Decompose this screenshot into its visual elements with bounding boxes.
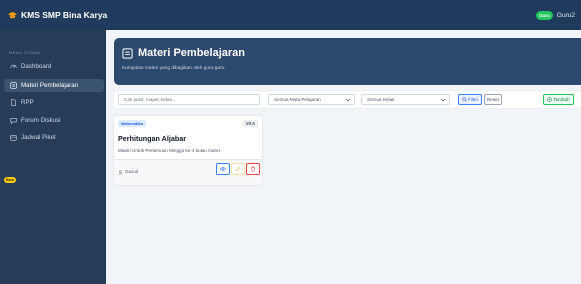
card-author: Guru2: [118, 170, 138, 175]
chevron-down-icon: [440, 97, 446, 103]
menu-heading: MENU UTAMA: [9, 50, 41, 55]
graduation-cap-icon: [8, 11, 17, 20]
search-field[interactable]: [118, 94, 260, 105]
new-badge: Baru: [4, 177, 17, 183]
class-select-value: Semua Kelas: [367, 97, 395, 102]
card-footer: Guru2: [114, 159, 262, 185]
reset-button[interactable]: Reset: [484, 94, 502, 105]
username: Guru2: [556, 11, 575, 19]
app-title: KMS SMP Bina Karya: [21, 10, 108, 20]
page-subtitle: Kumpulan materi yang dibagikan oleh guru…: [122, 66, 225, 71]
document-icon: [122, 47, 133, 59]
user-icon: [118, 170, 123, 175]
class-select[interactable]: Semua Kelas: [361, 94, 450, 105]
sidebar-item-materi-pembelajaran[interactable]: Materi Pembelajaran: [4, 79, 104, 92]
file-icon: [10, 99, 17, 106]
eye-icon: [220, 167, 226, 171]
page-title-text: Materi Pembelajaran: [138, 47, 245, 59]
subject-select-value: Semua Mata Pelajaran: [274, 97, 321, 102]
sidebar-item-label: RPP: [21, 99, 34, 106]
sidebar-item-label: Dashboard: [21, 63, 52, 70]
material-card[interactable]: Matematika VII A Perhitungan Aljabar Mat…: [114, 116, 262, 185]
add-button-label: Tambah: [553, 97, 570, 102]
user-menu[interactable]: Guru Guru2: [536, 0, 575, 30]
sidebar-item-label: Forum Diskusi: [21, 117, 61, 124]
chat-icon: [10, 117, 17, 124]
sidebar-item-label: Materi Pembelajaran: [21, 82, 79, 89]
filter-button[interactable]: Filter: [458, 94, 482, 105]
trash-icon: [251, 166, 255, 172]
sidebar-item-forum-diskusi[interactable]: Forum Diskusi: [4, 114, 104, 127]
brand[interactable]: KMS SMP Bina Karya: [8, 10, 107, 20]
author-name: Guru2: [125, 170, 139, 175]
sidebar: MENU UTAMA Dashboard Materi Pembelajaran…: [0, 30, 106, 284]
class-badge: VII A: [242, 120, 258, 127]
search-input[interactable]: [124, 97, 259, 102]
filter-bar: Semua Mata Pelajaran Semua Kelas Filter …: [114, 91, 581, 108]
top-navbar: KMS SMP Bina Karya Guru Guru2: [0, 0, 581, 30]
edit-button[interactable]: [231, 163, 245, 175]
sidebar-item-rpp[interactable]: RPP: [4, 96, 104, 109]
search-icon: [462, 96, 467, 103]
page-title: Materi Pembelajaran: [122, 47, 245, 59]
role-badge: Guru: [536, 10, 553, 20]
calendar-icon: [10, 134, 17, 141]
add-button[interactable]: Tambah: [543, 94, 574, 105]
sidebar-item-dashboard[interactable]: Dashboard: [4, 60, 104, 73]
card-title[interactable]: Perhitungan Aljabar: [118, 134, 186, 143]
subject-select[interactable]: Semua Mata Pelajaran: [268, 94, 355, 105]
plus-circle-icon: [547, 96, 553, 103]
sidebar-item-jadwal-piket[interactable]: Jadwal Piket: [4, 131, 104, 144]
document-icon: [10, 82, 17, 89]
page-header: Materi Pembelajaran Kumpulan materi yang…: [114, 38, 581, 85]
filter-button-label: Filter: [467, 97, 479, 102]
dashboard-icon: [10, 63, 17, 70]
chevron-down-icon: [345, 97, 351, 103]
delete-button[interactable]: [246, 163, 260, 175]
view-button[interactable]: [216, 163, 230, 175]
subject-badge: Matematika: [118, 120, 146, 127]
pencil-icon: [235, 166, 241, 172]
sidebar-item-label: Jadwal Piket: [21, 134, 56, 141]
card-description: Materi Untuk Pertemuan Minggu ke-4 bulan…: [118, 148, 220, 153]
